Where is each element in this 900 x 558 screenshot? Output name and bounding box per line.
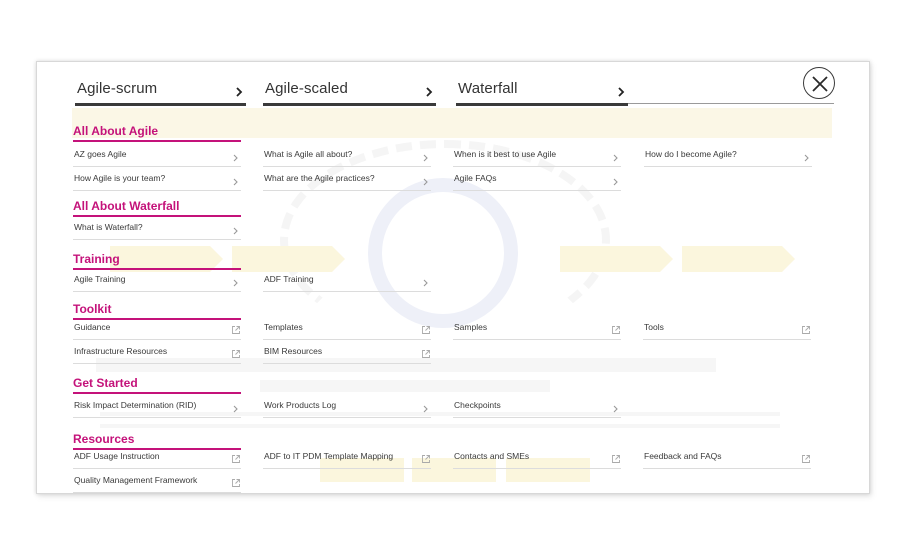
menu-item-feedback-and-faqs[interactable]: Feedback and FAQs <box>643 449 811 469</box>
external-link-icon <box>802 326 810 334</box>
tab-agile-scrum[interactable]: Agile-scrum <box>75 78 246 106</box>
external-link-icon <box>232 479 240 487</box>
menu-item-az-goes-agile[interactable]: AZ goes Agile <box>73 147 241 167</box>
menu-item-what-is-agile-all-about[interactable]: What is Agile all about? <box>263 147 431 167</box>
external-link-icon <box>232 350 240 358</box>
menu-item-work-products-log[interactable]: Work Products Log <box>263 398 431 418</box>
menu-item-what-are-agile-practices[interactable]: What are the Agile practices? <box>263 171 431 191</box>
menu-item-label: Work Products Log <box>264 400 337 410</box>
menu-item-agile-training[interactable]: Agile Training <box>73 272 241 292</box>
menu-item-label: ADF Training <box>264 274 314 284</box>
chevron-right-icon <box>804 154 809 162</box>
menu-item-risk-impact-determination[interactable]: Risk Impact Determination (RID) <box>73 398 241 418</box>
menu-item-label: AZ goes Agile <box>74 149 127 159</box>
menu-item-label: How do I become Agile? <box>645 149 737 159</box>
menu-item-adf-usage-instruction[interactable]: ADF Usage Instruction <box>73 449 241 469</box>
section-header-get-started: Get Started <box>73 376 241 394</box>
menu-item-label: ADF Usage Instruction <box>74 451 160 461</box>
menu-item-label: Agile FAQs <box>454 173 497 183</box>
close-icon <box>812 76 828 92</box>
section-header-resources: Resources <box>73 432 241 450</box>
external-link-icon <box>612 326 620 334</box>
menu-item-label: Risk Impact Determination (RID) <box>74 400 197 410</box>
section-header-all-about-waterfall: All About Waterfall <box>73 199 241 217</box>
menu-item-label: BIM Resources <box>264 346 323 356</box>
menu-item-label: How Agile is your team? <box>74 173 166 183</box>
menu-item-label: Agile Training <box>74 274 126 284</box>
close-button[interactable] <box>803 67 835 99</box>
chevron-right-icon <box>613 178 618 186</box>
menu-item-when-best-to-use-agile[interactable]: When is it best to use Agile <box>453 147 621 167</box>
menu-item-label: What is Agile all about? <box>264 149 353 159</box>
menu-item-contacts-and-smes[interactable]: Contacts and SMEs <box>453 449 621 469</box>
menu-item-label: Checkpoints <box>454 400 501 410</box>
menu-item-how-do-i-become-agile[interactable]: How do I become Agile? <box>644 147 812 167</box>
menu-item-samples[interactable]: Samples <box>453 320 621 340</box>
menu-item-label: Samples <box>454 322 488 332</box>
menu-item-bim-resources[interactable]: BIM Resources <box>263 344 431 364</box>
tab-label: Agile-scaled <box>265 80 348 97</box>
external-link-icon <box>232 455 240 463</box>
menu-item-label: Feedback and FAQs <box>644 451 722 461</box>
chevron-right-icon <box>233 227 238 235</box>
menu-item-tools[interactable]: Tools <box>643 320 811 340</box>
chevron-right-icon <box>618 87 625 97</box>
menu-item-label: What is Waterfall? <box>74 222 143 232</box>
menu-item-guidance[interactable]: Guidance <box>73 320 241 340</box>
tab-divider <box>628 103 834 104</box>
menu-item-templates[interactable]: Templates <box>263 320 431 340</box>
chevron-right-icon <box>613 405 618 413</box>
menu-item-how-agile-is-your-team[interactable]: How Agile is your team? <box>73 171 241 191</box>
menu-item-label: What are the Agile practices? <box>264 173 375 183</box>
chevron-right-icon <box>233 154 238 162</box>
tab-label: Agile-scrum <box>77 80 158 97</box>
chevron-right-icon <box>233 405 238 413</box>
chevron-right-icon <box>426 87 433 97</box>
tab-label: Waterfall <box>458 80 518 97</box>
menu-item-adf-to-it-pdm-template-mapping[interactable]: ADF to IT PDM Template Mapping <box>263 449 431 469</box>
tab-agile-scaled[interactable]: Agile-scaled <box>263 78 436 106</box>
external-link-icon <box>422 350 430 358</box>
chevron-right-icon <box>423 279 428 287</box>
chevron-right-icon <box>423 178 428 186</box>
menu-item-label: Quality Management Framework <box>74 475 198 485</box>
external-link-icon <box>422 455 430 463</box>
menu-item-label: Contacts and SMEs <box>454 451 530 461</box>
menu-item-label: When is it best to use Agile <box>454 149 557 159</box>
menu-item-label: ADF to IT PDM Template Mapping <box>264 451 394 461</box>
section-header-training: Training <box>73 252 241 270</box>
external-link-icon <box>802 455 810 463</box>
menu-item-infrastructure-resources[interactable]: Infrastructure Resources <box>73 344 241 364</box>
menu-item-label: Infrastructure Resources <box>74 346 168 356</box>
chevron-right-icon <box>233 279 238 287</box>
external-link-icon <box>422 326 430 334</box>
menu-item-label: Tools <box>644 322 664 332</box>
section-header-all-about-agile: All About Agile <box>73 124 241 142</box>
menu-item-label: Templates <box>264 322 303 332</box>
menu-item-agile-faqs[interactable]: Agile FAQs <box>453 171 621 191</box>
chevron-right-icon <box>613 154 618 162</box>
menu-item-quality-management-framework[interactable]: Quality Management Framework <box>73 473 241 493</box>
external-link-icon <box>612 455 620 463</box>
chevron-right-icon <box>423 405 428 413</box>
menu-item-checkpoints[interactable]: Checkpoints <box>453 398 621 418</box>
menu-item-label: Guidance <box>74 322 111 332</box>
menu-item-what-is-waterfall[interactable]: What is Waterfall? <box>73 220 241 240</box>
chevron-right-icon <box>236 87 243 97</box>
chevron-right-icon <box>233 178 238 186</box>
section-header-toolkit: Toolkit <box>73 302 241 320</box>
chevron-right-icon <box>423 154 428 162</box>
tab-waterfall[interactable]: Waterfall <box>456 78 628 106</box>
external-link-icon <box>232 326 240 334</box>
menu-item-adf-training[interactable]: ADF Training <box>263 272 431 292</box>
